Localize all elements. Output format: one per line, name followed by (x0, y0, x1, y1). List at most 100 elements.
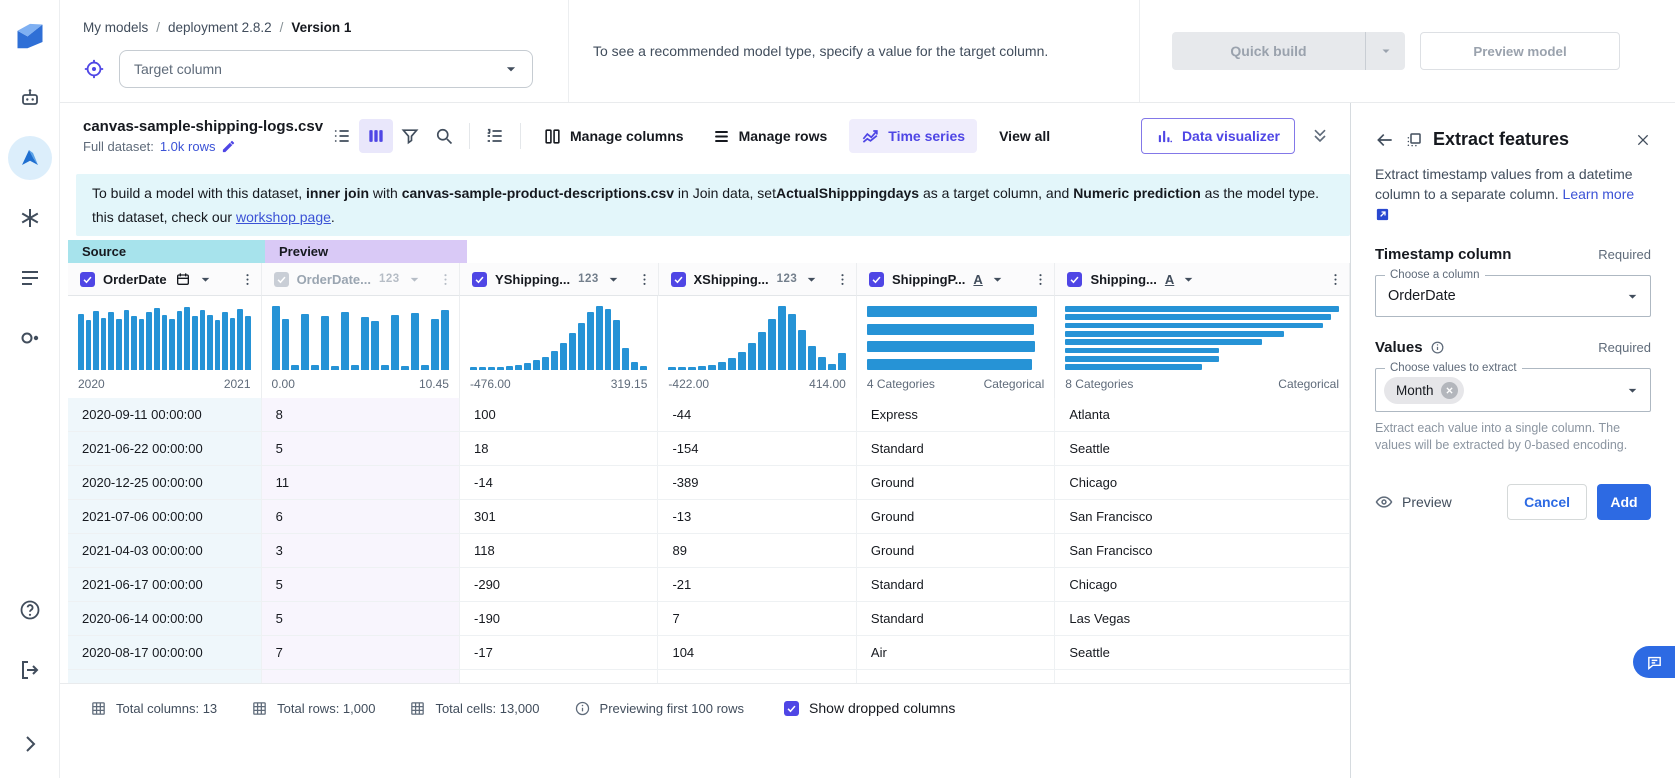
column-header-orderdate[interactable]: OrderDate...123 (262, 263, 460, 296)
bot-icon (18, 86, 42, 110)
sidebar-nav-top (8, 76, 52, 360)
table-cell: Ground (857, 534, 1055, 567)
chevron-down-icon[interactable] (991, 273, 1004, 286)
canvas-logo-icon (15, 22, 45, 52)
preview-toggle[interactable]: Preview (1375, 493, 1452, 511)
sidebar-item-dots[interactable] (8, 316, 52, 360)
close-icon[interactable] (1635, 132, 1651, 148)
edit-pencil-icon[interactable] (221, 139, 236, 154)
external-link-icon[interactable] (1375, 207, 1390, 222)
column-menu-icon[interactable] (1328, 272, 1343, 287)
quick-build-button[interactable]: Quick build (1172, 32, 1405, 70)
required-label: Required (1598, 247, 1651, 262)
chevron-down-icon (1380, 45, 1392, 57)
grid-icon (251, 700, 268, 717)
grid-icon (90, 700, 107, 717)
table-cell: -21 (658, 568, 856, 601)
chevron-down-icon[interactable] (607, 273, 620, 286)
column-menu-icon[interactable] (637, 272, 652, 287)
rows-count-link[interactable]: 1.0k rows (160, 139, 216, 154)
histogram-bars: -422.00414.00 (658, 296, 856, 398)
manage-columns-button[interactable]: Manage columns (543, 127, 684, 146)
app: My models / deployment 2.8.2 / Version 1… (0, 0, 1675, 778)
dataset-name: canvas-sample-shipping-logs.csv (83, 118, 325, 135)
table-cell: 5 (262, 568, 460, 601)
table-cell: -14 (460, 466, 658, 499)
search-icon[interactable] (427, 119, 461, 153)
values-multiselect[interactable]: Choose values to extract Month (1375, 368, 1651, 412)
column-checkbox[interactable] (472, 272, 487, 287)
chevron-down-icon[interactable] (1182, 273, 1195, 286)
chat-button[interactable] (1633, 646, 1675, 678)
target-column-select[interactable]: Target column (119, 50, 533, 88)
table-cell: -17 (460, 636, 658, 669)
manage-rows-button[interactable]: Manage rows (712, 127, 828, 146)
column-header-shipping[interactable]: Shipping...A (1055, 263, 1350, 296)
sidebar-nav-bottom (8, 588, 52, 692)
table-cell: 2021-06-22 00:00:00 (68, 432, 262, 465)
bar-chart-icon (1156, 128, 1173, 145)
timestamp-column-select[interactable]: Choose a column OrderDate (1375, 275, 1651, 317)
view-all-button[interactable]: View all (999, 128, 1050, 144)
back-arrow-icon[interactable] (1375, 130, 1395, 150)
column-menu-icon[interactable] (1033, 272, 1048, 287)
list-view-icon[interactable] (325, 119, 359, 153)
chevron-down-icon[interactable] (408, 273, 421, 286)
target-icon (83, 58, 105, 80)
column-header-row: OrderDateOrderDate...123YShipping...123X… (68, 263, 1350, 296)
preview-model-button[interactable]: Preview model (1420, 32, 1620, 70)
group-header-preview: Preview (265, 240, 467, 263)
grid-view-icon[interactable] (359, 119, 393, 153)
chip-remove-icon[interactable] (1441, 382, 1458, 399)
column-header-xshipping[interactable]: XShipping...123 (659, 263, 857, 296)
column-checkbox[interactable] (869, 272, 884, 287)
chevron-down-icon[interactable] (199, 273, 212, 286)
chevron-down-icon[interactable] (805, 273, 818, 286)
ordered-list-icon[interactable] (478, 119, 512, 153)
time-series-button[interactable]: Time series (849, 119, 977, 153)
histogram-min-label: 8 Categories (1065, 377, 1133, 391)
breadcrumb-deployment[interactable]: deployment 2.8.2 (168, 20, 272, 35)
table-cell: Ground (857, 500, 1055, 533)
show-dropped-columns-checkbox[interactable] (784, 701, 799, 716)
table-cell: 5 (262, 432, 460, 465)
column-menu-icon[interactable] (438, 272, 453, 287)
status-count: Total cells: 13,000 (409, 700, 539, 717)
column-checkbox[interactable] (274, 272, 289, 287)
sidebar-item-canvas-models[interactable] (8, 136, 52, 180)
breadcrumb-my-models[interactable]: My models (83, 20, 148, 35)
sidebar-item-sign-out[interactable] (8, 648, 52, 692)
status-count: Total columns: 13 (90, 700, 217, 717)
double-chevron-down-icon[interactable] (1310, 126, 1330, 146)
show-dropped-columns-label: Show dropped columns (809, 700, 955, 716)
table-row (68, 670, 1350, 683)
quick-build-dropdown[interactable] (1365, 32, 1405, 70)
table-row: 2020-12-25 00:00:0011-14-389GroundChicag… (68, 466, 1350, 500)
sidebar-item-list-menu[interactable] (8, 256, 52, 300)
sidebar-item-bot[interactable] (8, 76, 52, 120)
column-header-yshipping[interactable]: YShipping...123 (460, 263, 658, 296)
sidebar-expand-chevron-icon[interactable] (18, 732, 42, 756)
show-dropped-columns: Show dropped columns (784, 700, 955, 716)
column-checkbox[interactable] (1067, 272, 1082, 287)
workshop-page-link[interactable]: workshop page (236, 209, 331, 225)
sidebar-item-spark[interactable] (8, 196, 52, 240)
column-menu-icon[interactable] (835, 272, 850, 287)
column-header-orderdate[interactable]: OrderDate (68, 263, 262, 296)
timestamp-column-label: Timestamp column (1375, 246, 1511, 263)
data-rows: 2020-09-11 00:00:008100-44ExpressAtlanta… (68, 398, 1350, 683)
recommendation-hint-text: To see a recommended model type, specify… (593, 43, 1048, 59)
cancel-button[interactable]: Cancel (1507, 484, 1587, 520)
column-header-shippingp[interactable]: ShippingP...A (857, 263, 1055, 296)
filter-icon[interactable] (393, 119, 427, 153)
learn-more-link[interactable]: Learn more (1563, 186, 1635, 202)
numeric-type-icon: 123 (777, 273, 798, 285)
add-button[interactable]: Add (1597, 484, 1651, 520)
column-checkbox[interactable] (671, 272, 686, 287)
column-checkbox[interactable] (80, 272, 95, 287)
sidebar-item-help[interactable] (8, 588, 52, 632)
extract-features-panel: Extract features Extract timestamp value… (1350, 103, 1675, 778)
column-menu-icon[interactable] (240, 272, 255, 287)
data-visualizer-button[interactable]: Data visualizer (1141, 118, 1295, 154)
status-count: Total rows: 1,000 (251, 700, 375, 717)
